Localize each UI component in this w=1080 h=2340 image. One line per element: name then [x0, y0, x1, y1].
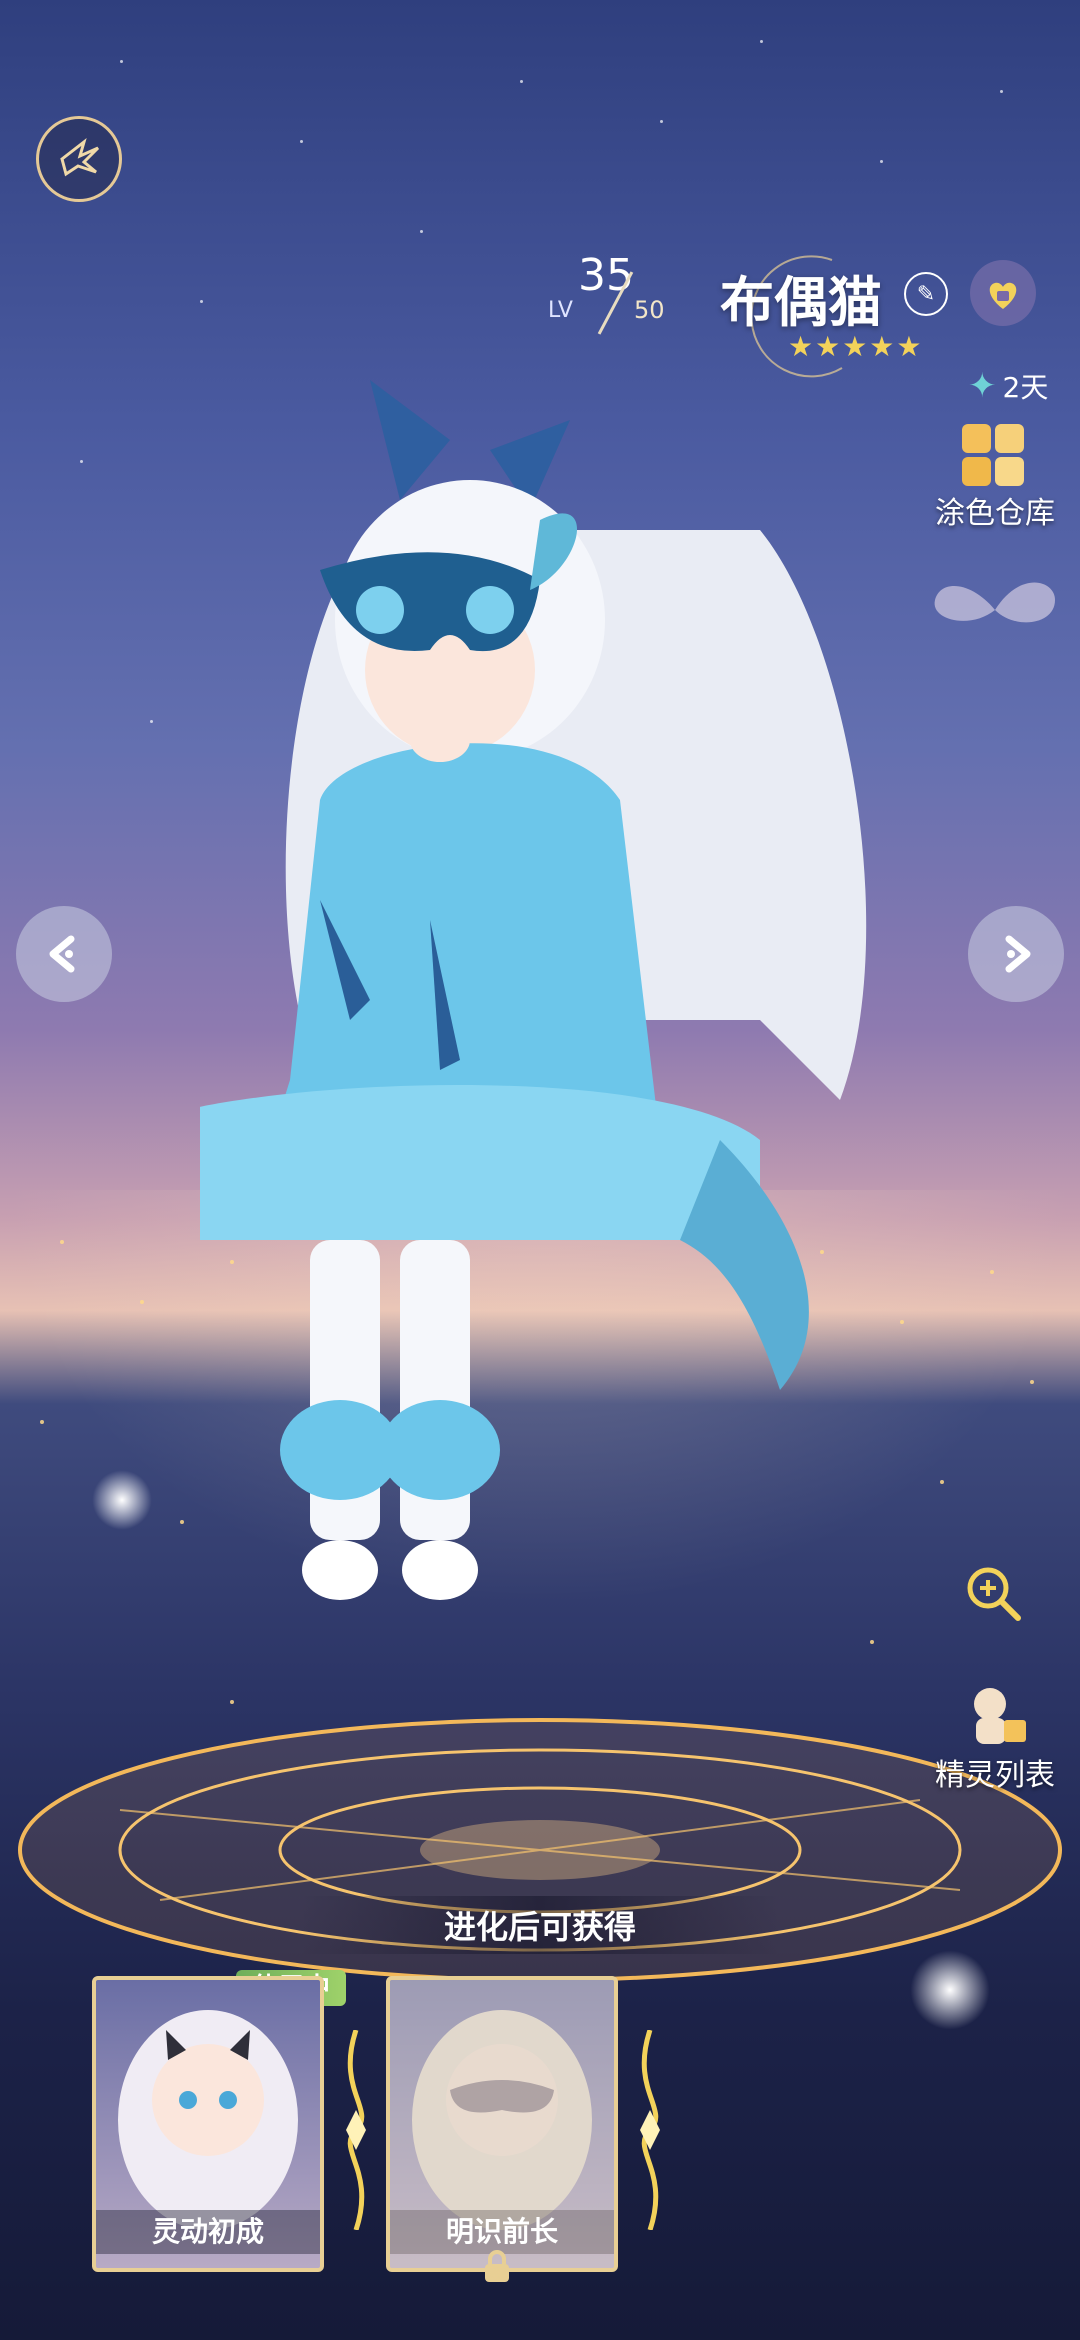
palette-grid-icon[interactable] [962, 424, 1024, 486]
wing-emblem-icon[interactable] [36, 116, 122, 202]
gold-ornament-left [336, 2029, 376, 2231]
pencil-icon[interactable]: ✎ [904, 272, 948, 316]
star-rating: ★★★★★ [788, 330, 924, 363]
character-name-panel: 布偶猫 ✎ ★★★★★ [712, 250, 972, 378]
glow-orb-left [92, 1470, 152, 1530]
color-storage-label[interactable]: 涂色仓库 [920, 488, 1070, 532]
level-label: LV [548, 298, 573, 323]
spirit-list-button[interactable]: 精灵列表 [930, 1680, 1060, 1800]
padlock-icon [482, 2250, 512, 2284]
level-display: 35 LV 50 [548, 250, 688, 340]
gold-ornament-right [630, 2029, 670, 2231]
butterfly-icon [930, 570, 1060, 650]
form-label-current: 灵动初成 [96, 2210, 320, 2254]
timer-text: 2天 [1002, 371, 1049, 404]
time-remaining: ✦ 2天 [968, 366, 1068, 406]
max-level: 50 [634, 296, 665, 324]
character-name: 布偶猫 [720, 271, 882, 334]
magic-circle [0, 1700, 1080, 2000]
sparkle-icon: ✦ [968, 366, 997, 406]
current-level: 35 [578, 250, 634, 301]
evolution-card-locked[interactable]: 明识前长 [386, 1976, 618, 2272]
chevron-left-icon[interactable] [16, 906, 112, 1002]
spirit-list-label: 精灵列表 [935, 1758, 1055, 1793]
evolution-title: 进化后可获得 [300, 1896, 780, 1954]
chevron-right-icon[interactable] [968, 906, 1064, 1002]
heart-lock-icon[interactable] [970, 260, 1036, 326]
spirit-list-icon [960, 1680, 1030, 1750]
zoom-in-icon[interactable] [962, 1562, 1024, 1624]
form-label-locked: 明识前长 [390, 2210, 614, 2254]
evolution-card-current[interactable]: 灵动初成 [92, 1976, 324, 2272]
character-model[interactable] [140, 380, 940, 1840]
